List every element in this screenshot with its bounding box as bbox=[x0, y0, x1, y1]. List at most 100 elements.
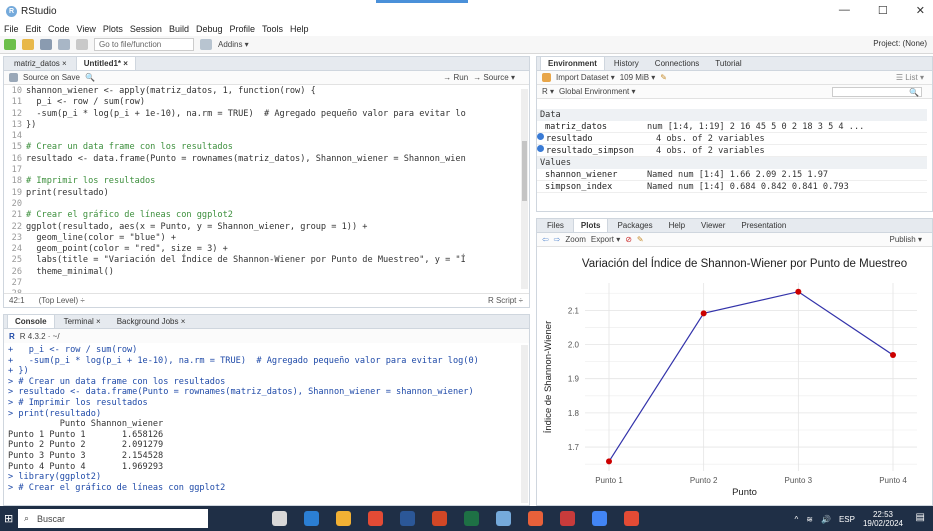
menu-build[interactable]: Build bbox=[169, 24, 189, 34]
menu-edit[interactable]: Edit bbox=[26, 24, 42, 34]
grid-icon[interactable] bbox=[200, 39, 212, 50]
tab-console[interactable]: Console bbox=[7, 314, 55, 328]
source-editor-pane: matriz_datos × Untitled1* × Source on Sav… bbox=[3, 56, 530, 308]
tab-presentation[interactable]: Presentation bbox=[734, 219, 793, 232]
menu-session[interactable]: Session bbox=[130, 24, 162, 34]
open-project-icon[interactable] bbox=[22, 39, 34, 50]
broom-icon[interactable]: ✎ bbox=[660, 73, 667, 82]
menu-view[interactable]: View bbox=[77, 24, 96, 34]
windows-start-icon[interactable]: ⊞ bbox=[4, 512, 13, 525]
goto-file-input[interactable]: Go to file/function bbox=[94, 38, 194, 51]
language-selector[interactable]: R ▾ bbox=[542, 87, 554, 96]
env-row[interactable]: shannon_wiener Named num [1:4] 1.66 2.09 … bbox=[537, 169, 927, 181]
word-icon[interactable] bbox=[400, 511, 415, 526]
load-workspace-icon[interactable] bbox=[542, 73, 551, 82]
menu-profile[interactable]: Profile bbox=[230, 24, 256, 34]
expand-icon[interactable] bbox=[537, 145, 544, 152]
tab-tutorial[interactable]: Tutorial bbox=[708, 57, 748, 70]
file-explorer-icon[interactable] bbox=[336, 511, 351, 526]
import-dataset-button[interactable]: Import Dataset ▾ bbox=[556, 73, 615, 82]
save-icon[interactable] bbox=[40, 39, 52, 50]
app-icon-4[interactable] bbox=[624, 511, 639, 526]
taskbar-search-input[interactable]: ⌕ Buscar bbox=[18, 509, 208, 528]
environment-search-input[interactable]: 🔍 bbox=[832, 86, 922, 97]
env-row[interactable]: resultado 4 obs. of 2 variables bbox=[537, 133, 927, 145]
tab-terminal[interactable]: Terminal × bbox=[57, 315, 108, 328]
tab-backgroundjobs[interactable]: Background Jobs × bbox=[110, 315, 193, 328]
env-row[interactable]: resultado_simpson 4 obs. of 2 variables bbox=[537, 145, 927, 157]
y-tick-label: 1.9 bbox=[568, 375, 580, 384]
global-env-selector[interactable]: Global Environment ▾ bbox=[559, 87, 636, 96]
addins-menu[interactable]: Addins ▾ bbox=[218, 40, 249, 49]
menu-debug[interactable]: Debug bbox=[196, 24, 223, 34]
app-icon-2[interactable] bbox=[560, 511, 575, 526]
tab-viewer[interactable]: Viewer bbox=[694, 219, 732, 232]
minimize-button[interactable]: — bbox=[839, 4, 850, 17]
task-view-icon[interactable] bbox=[272, 511, 287, 526]
run-button[interactable]: → Run bbox=[443, 73, 468, 82]
project-menu[interactable]: Project: (None) bbox=[873, 39, 927, 48]
menu-code[interactable]: Code bbox=[48, 24, 70, 34]
edge-icon[interactable] bbox=[304, 511, 319, 526]
tab-history[interactable]: History bbox=[607, 57, 646, 70]
clock[interactable]: 22:53 19/02/2024 bbox=[863, 510, 903, 528]
forward-arrow-icon[interactable]: ⇨ bbox=[554, 235, 561, 244]
save-icon[interactable] bbox=[9, 73, 18, 82]
env-var-name: resultado bbox=[546, 134, 593, 144]
search-icon[interactable]: 🔍 bbox=[85, 73, 95, 82]
list-view-selector[interactable]: ☰ List ▾ bbox=[896, 73, 924, 82]
code-line: 26 theme_minimal() bbox=[4, 267, 521, 278]
file-type-selector[interactable]: R Script ÷ bbox=[488, 296, 523, 305]
tab-connections[interactable]: Connections bbox=[648, 57, 706, 70]
tab-untitled[interactable]: Untitled1* × bbox=[75, 56, 136, 70]
wifi-icon[interactable]: ≋ bbox=[806, 515, 813, 524]
export-button[interactable]: Export ▾ bbox=[591, 235, 620, 244]
tab-environment[interactable]: Environment bbox=[540, 56, 605, 70]
remove-plot-icon[interactable]: ⊘ bbox=[625, 235, 632, 244]
broom-icon[interactable]: ✎ bbox=[637, 235, 644, 244]
menu-plots[interactable]: Plots bbox=[103, 24, 123, 34]
env-var-name: matriz_datos bbox=[545, 122, 608, 132]
app-icon-3[interactable] bbox=[592, 511, 607, 526]
powerpoint-icon[interactable] bbox=[432, 511, 447, 526]
notifications-icon[interactable]: ▤ bbox=[916, 512, 925, 523]
data-point bbox=[890, 352, 896, 359]
save-all-icon[interactable] bbox=[58, 39, 70, 50]
code-area[interactable]: 10 shannon_wiener <- apply(matriz_datos, … bbox=[4, 86, 521, 294]
app-icon-1[interactable] bbox=[528, 511, 543, 526]
env-row[interactable]: simpson_index Named num [1:4] 0.684 0.842… bbox=[537, 181, 927, 193]
console-output[interactable]: + p_i <- row / sum(row) + -sum(p_i * log(… bbox=[8, 345, 518, 493]
print-icon[interactable] bbox=[76, 39, 88, 50]
menu-tools[interactable]: Tools bbox=[262, 24, 283, 34]
tab-matrizdatos[interactable]: matriz_datos × bbox=[7, 57, 74, 70]
tab-files[interactable]: Files bbox=[540, 219, 571, 232]
tab-help[interactable]: Help bbox=[662, 219, 692, 232]
rstudio-taskbar-icon[interactable] bbox=[496, 511, 511, 526]
close-button[interactable]: ✕ bbox=[916, 4, 925, 17]
tab-packages[interactable]: Packages bbox=[610, 219, 659, 232]
editor-scrollbar[interactable] bbox=[521, 89, 528, 289]
chrome-icon[interactable] bbox=[368, 511, 383, 526]
tab-plots[interactable]: Plots bbox=[572, 218, 609, 232]
menu-help[interactable]: Help bbox=[290, 24, 309, 34]
excel-icon[interactable] bbox=[464, 511, 479, 526]
env-row[interactable]: matriz_datos num [1:4, 1:19] 2 16 45 5 0 … bbox=[537, 121, 927, 133]
menu-file[interactable]: File bbox=[4, 24, 19, 34]
new-file-icon[interactable] bbox=[4, 39, 16, 50]
back-arrow-icon[interactable]: ⇦ bbox=[542, 235, 549, 244]
expand-icon[interactable] bbox=[537, 133, 544, 140]
memory-usage[interactable]: 109 MiB ▾ bbox=[620, 73, 656, 82]
language-indicator[interactable]: ESP bbox=[839, 515, 855, 524]
zoom-button[interactable]: Zoom bbox=[565, 235, 585, 244]
scope-selector[interactable]: (Top Level) ÷ bbox=[39, 296, 85, 305]
line-number: 12 bbox=[11, 108, 22, 119]
source-button[interactable]: → Source ▾ bbox=[473, 73, 515, 82]
code-line: 13}) bbox=[4, 120, 521, 131]
maximize-button[interactable]: ☐ bbox=[878, 4, 888, 17]
tray-chevron-icon[interactable]: ^ bbox=[795, 515, 799, 524]
source-on-save-checkbox[interactable]: Source on Save bbox=[23, 73, 80, 82]
volume-icon[interactable]: 🔊 bbox=[821, 515, 831, 524]
publish-button[interactable]: Publish ▾ bbox=[890, 235, 922, 244]
focus-indicator bbox=[376, 0, 468, 3]
console-scrollbar[interactable] bbox=[521, 345, 528, 503]
